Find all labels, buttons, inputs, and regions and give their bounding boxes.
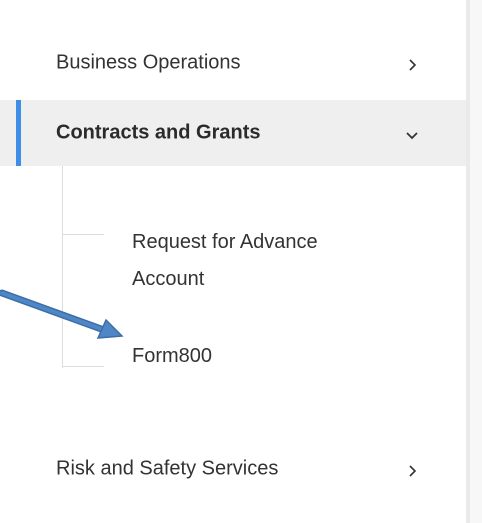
sub-item-label-line2: Account [132, 268, 205, 290]
active-indicator [16, 100, 21, 166]
tree-connector-line [62, 166, 63, 368]
nav-item-label: Contracts and Grants [56, 121, 261, 144]
sub-item-label-line1: Request for Advance [132, 231, 318, 253]
nav-item-label: Business Operations [56, 51, 241, 74]
sub-item-label: Form800 [132, 345, 213, 367]
nav-item-risk-and-safety-services[interactable]: Risk and Safety Services [0, 436, 466, 502]
sub-item-request-for-advance-account[interactable]: Request for Advance Account [132, 224, 318, 298]
chevron-down-icon [404, 127, 420, 143]
page: Business Operations Contracts and Grants… [0, 0, 482, 523]
tree-branch-line [62, 234, 104, 235]
nav-item-label: Risk and Safety Services [56, 457, 279, 480]
nav-item-contracts-and-grants[interactable]: Contracts and Grants [0, 100, 466, 166]
sidebar-nav: Business Operations Contracts and Grants… [0, 0, 466, 523]
tree-branch-line [62, 366, 104, 367]
content-pane-edge [470, 0, 482, 523]
chevron-right-icon [404, 57, 420, 73]
chevron-right-icon [404, 463, 420, 479]
nav-item-business-operations[interactable]: Business Operations [0, 30, 466, 96]
sub-item-form800[interactable]: Form800 [132, 338, 212, 375]
